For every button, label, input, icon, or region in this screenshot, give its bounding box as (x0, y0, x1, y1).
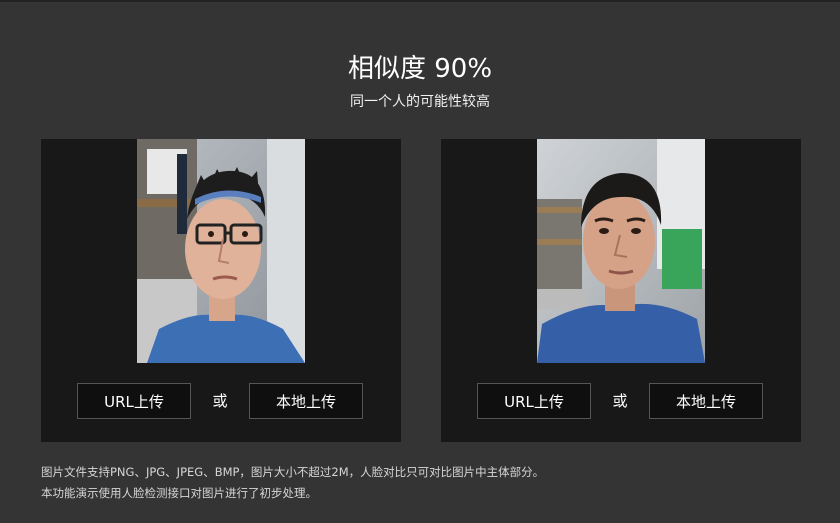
face-photo-right (537, 139, 705, 363)
note-line-formats: 图片文件支持PNG、JPG、JPEG、BMP，图片大小不超过2M，人脸对比只可对… (41, 465, 545, 479)
url-upload-button-left[interactable]: URL上传 (77, 383, 191, 419)
or-label-left: 或 (212, 392, 228, 410)
local-upload-button-right[interactable]: 本地上传 (649, 383, 763, 419)
or-label-right: 或 (612, 392, 628, 410)
local-upload-button-left[interactable]: 本地上传 (249, 383, 363, 419)
similarity-score: 相似度 90% (347, 54, 493, 84)
top-divider (0, 0, 840, 2)
face-photo-left (137, 139, 305, 363)
note-line-processing: 本功能演示使用人脸检测接口对图片进行了初步处理。 (41, 486, 317, 500)
similarity-verdict: 同一个人的可能性较高 (350, 94, 490, 110)
face-photo-left-image (137, 139, 305, 363)
face-panel-left: URL上传 或 本地上传 (41, 139, 401, 442)
url-upload-button-right[interactable]: URL上传 (477, 383, 591, 419)
face-photo-right-image (537, 139, 705, 363)
face-panel-right: URL上传 或 本地上传 (441, 139, 801, 442)
usage-notes: 图片文件支持PNG、JPG、JPEG、BMP，图片大小不超过2M，人脸对比只可对… (41, 462, 544, 504)
